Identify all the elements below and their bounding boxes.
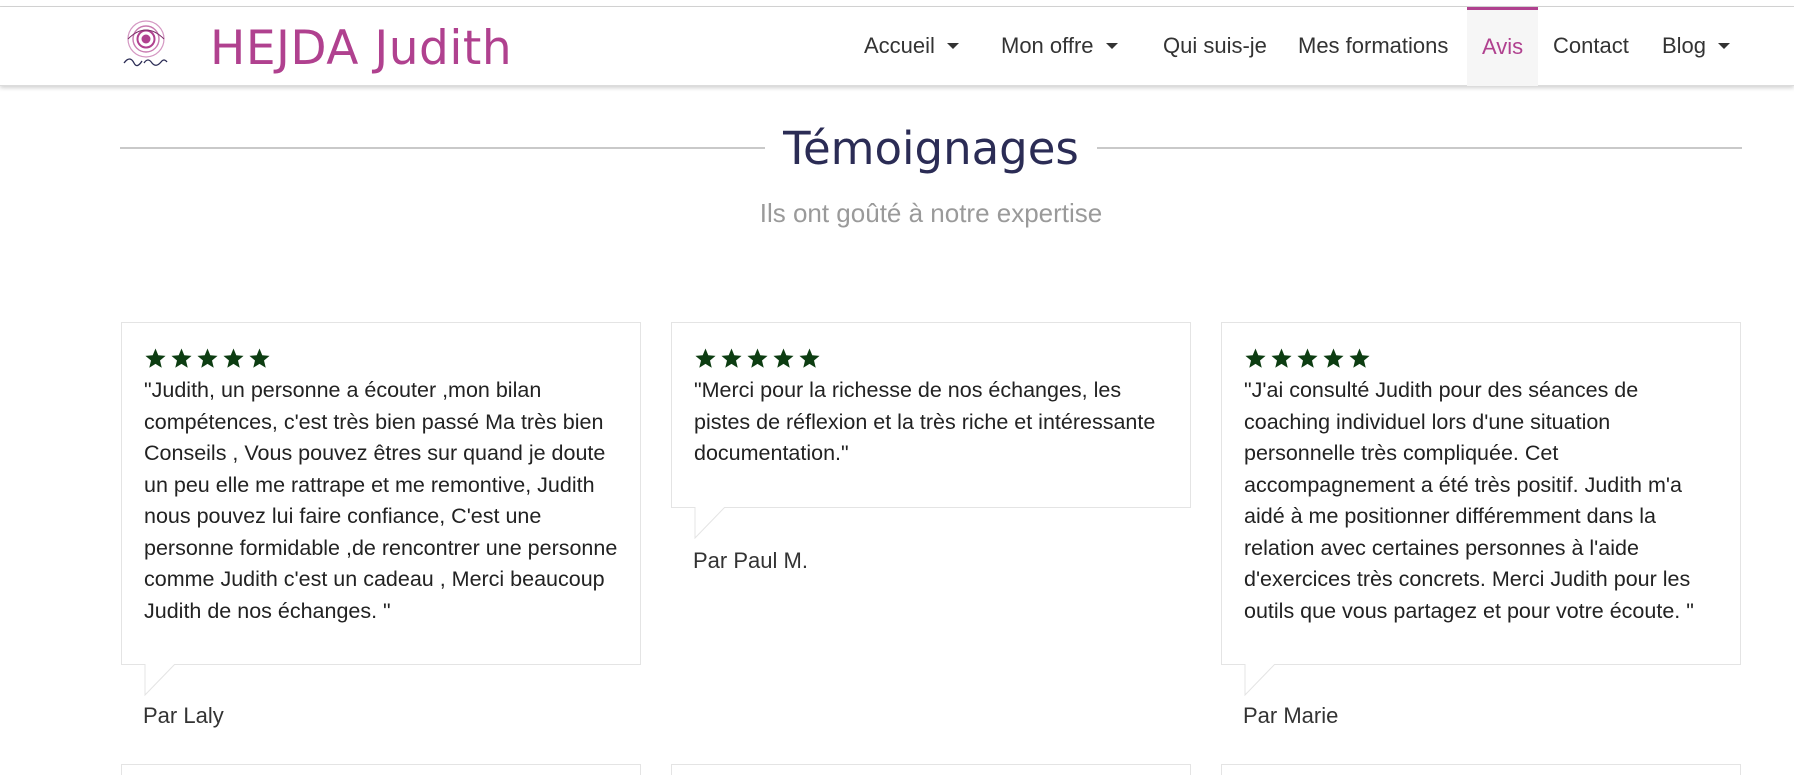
star-rating	[1244, 347, 1718, 371]
testimonial-card-partial	[121, 764, 641, 775]
title-rule-right	[1097, 147, 1742, 149]
star-icon	[1271, 348, 1292, 368]
star-icon	[1245, 348, 1266, 368]
nav-item-label: Mes formations	[1298, 33, 1449, 58]
testimonial-quote: "Merci pour la richesse de nos échanges,…	[694, 378, 1156, 465]
testimonial-author: Par Laly	[143, 703, 224, 728]
testimonial-card: "Judith, un personne a écouter ,mon bila…	[121, 322, 641, 696]
speech-tail	[1244, 664, 1276, 696]
star-icon	[747, 348, 768, 368]
nav-item-qui-suis-je[interactable]: Qui suis-je	[1148, 7, 1282, 86]
testimonial-author: Par Paul M.	[693, 548, 808, 573]
testimonial-card-partial	[671, 764, 1191, 775]
testimonial-card: "J'ai consulté Judith pour des séances d…	[1221, 322, 1741, 696]
nav-item-label: Accueil	[864, 33, 935, 58]
section-heading: Témoignages	[120, 122, 1742, 175]
nav-item-mes-formations[interactable]: Mes formations	[1283, 7, 1463, 86]
testimonial-card: "Merci pour la richesse de nos échanges,…	[671, 322, 1191, 539]
star-icon	[695, 348, 716, 368]
caret-down-icon	[1718, 43, 1731, 50]
nav-item-label: Avis	[1482, 34, 1524, 59]
nav-item-label: Blog	[1662, 33, 1707, 58]
star-icon	[773, 348, 794, 368]
speech-tail	[694, 507, 726, 539]
brand-name[interactable]: HEJDA Judith	[210, 21, 512, 76]
nav-item-contact[interactable]: Contact	[1538, 7, 1644, 86]
testimonial-author: Par Marie	[1243, 703, 1339, 728]
spiral-logo-icon[interactable]	[118, 17, 174, 75]
nav-item-accueil[interactable]: Accueil	[849, 7, 974, 86]
star-icon	[249, 348, 270, 368]
site-header: HEJDA Judith Accueil Mon offre Qui suis-…	[0, 7, 1794, 86]
star-icon	[197, 348, 218, 368]
star-icon	[721, 348, 742, 368]
nav-item-blog[interactable]: Blog	[1647, 7, 1745, 86]
star-icon	[145, 348, 166, 368]
star-icon	[223, 348, 244, 368]
star-icon	[1349, 348, 1370, 368]
star-icon	[1323, 348, 1344, 368]
nav-item-label: Mon offre	[1001, 33, 1094, 58]
star-icon	[1297, 348, 1318, 368]
star-icon	[171, 348, 192, 368]
caret-down-icon	[1105, 43, 1118, 50]
star-rating	[144, 347, 618, 371]
section-subtitle: Ils ont goûté à notre expertise	[759, 198, 1103, 228]
speech-tail	[144, 664, 176, 696]
nav-item-label: Qui suis-je	[1163, 33, 1267, 58]
star-rating	[694, 347, 1168, 371]
star-icon	[799, 348, 820, 368]
nav-item-avis[interactable]: Avis	[1467, 7, 1538, 86]
caret-down-icon	[946, 43, 959, 50]
nav-item-label: Contact	[1553, 33, 1629, 58]
testimonial-quote: "J'ai consulté Judith pour des séances d…	[1244, 378, 1694, 623]
testimonial-card-partial	[1221, 764, 1741, 775]
nav-item-mon-offre[interactable]: Mon offre	[986, 7, 1133, 86]
testimonial-quote: "Judith, un personne a écouter ,mon bila…	[144, 378, 618, 623]
